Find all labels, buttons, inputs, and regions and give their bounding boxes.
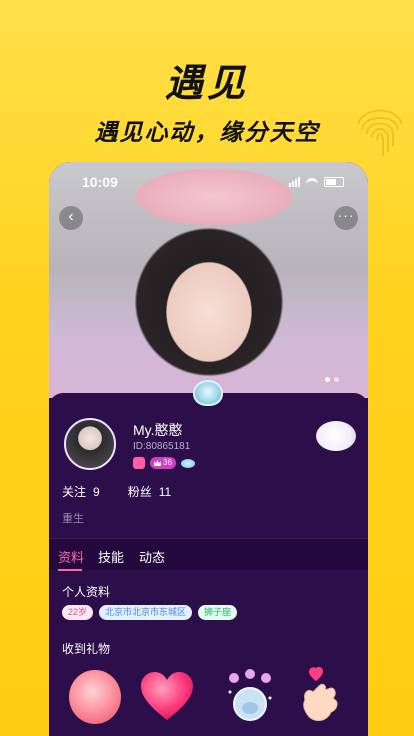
- follow-label: 关注: [62, 485, 87, 499]
- pager-dot[interactable]: [334, 377, 339, 382]
- profile-tabs: 资料 技能 动态: [49, 538, 368, 571]
- wifi-icon: [306, 177, 318, 187]
- age-tag: 22岁: [62, 605, 94, 620]
- status-time: 10:09: [82, 174, 118, 190]
- personal-info-title: 个人资料: [62, 585, 111, 599]
- gift-list: [59, 666, 359, 736]
- battery-icon: [324, 177, 344, 187]
- system-icons: [289, 177, 344, 187]
- back-button[interactable]: ‹: [59, 206, 83, 230]
- follow-stat[interactable]: 关注 9: [62, 483, 100, 500]
- profile-photo[interactable]: [49, 162, 368, 398]
- level-badge: 36: [150, 457, 176, 469]
- pager-dot[interactable]: [325, 377, 330, 382]
- gifts-title: 收到礼物: [62, 642, 111, 656]
- wings-icon: [180, 458, 195, 468]
- fans-stat[interactable]: 粉丝 11: [128, 483, 171, 500]
- user-id: ID:80865181: [133, 441, 191, 452]
- tab-profile[interactable]: 资料: [58, 547, 84, 566]
- zodiac-tag: 狮子座: [198, 605, 238, 620]
- level-value: 36: [163, 458, 172, 467]
- avatar[interactable]: [64, 418, 116, 470]
- status-bar: 10:09: [49, 174, 368, 192]
- fingerprint-icon: [357, 109, 403, 156]
- tab-skills[interactable]: 技能: [98, 547, 124, 566]
- info-tags: 22岁 北京市北京市东城区 狮子座: [62, 605, 238, 620]
- finger-heart-icon[interactable]: [297, 666, 341, 726]
- location-tag: 北京市北京市东城区: [99, 605, 193, 620]
- profile-panel: My.憨憨 ID:80865181 36 关注 9 粉丝 11 重生 资料 技能 动…: [49, 393, 368, 736]
- follow-stats: 关注 9 粉丝 11: [62, 483, 171, 500]
- hero-subtitle: 遇见心动，缘分天空: [94, 119, 320, 145]
- fans-count: 11: [158, 485, 172, 499]
- signal-icon: [289, 177, 300, 187]
- flying-pig-icon: [316, 421, 356, 451]
- active-tab-indicator: [58, 569, 82, 571]
- profile-screen: 10:09 ‹ ··· My.憨憨 ID:80865181 36 关注 9 粉丝 1…: [49, 162, 368, 736]
- rose-icon[interactable]: [69, 670, 121, 724]
- gender-badge-icon: [133, 457, 145, 469]
- hero-title: 遇见: [164, 63, 249, 105]
- tab-moments[interactable]: 动态: [139, 547, 165, 566]
- fans-label: 粉丝: [127, 485, 152, 499]
- photo-pager: [325, 377, 339, 382]
- bell-icon[interactable]: [224, 668, 276, 724]
- wings-badge-icon: [193, 380, 223, 406]
- follow-count: 9: [93, 485, 100, 499]
- nickname: My.憨憨: [133, 422, 183, 438]
- heart-icon[interactable]: [139, 670, 195, 722]
- more-options-button[interactable]: ···: [334, 206, 358, 230]
- user-badges: 36: [133, 457, 195, 469]
- crown-icon: [154, 460, 161, 466]
- bio: 重生: [62, 513, 84, 525]
